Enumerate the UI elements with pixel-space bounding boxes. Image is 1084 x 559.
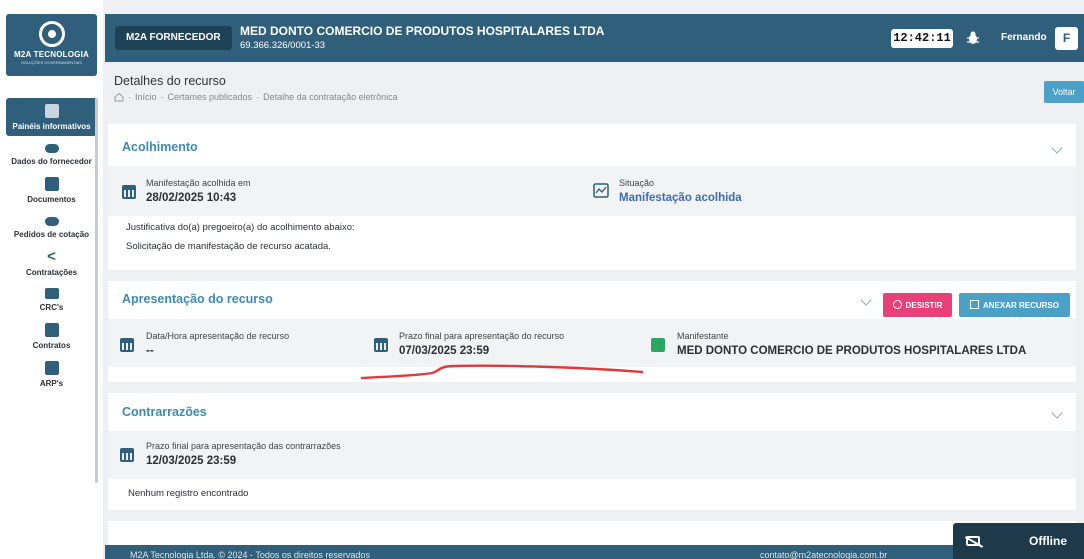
acolhida-date-value: 28/02/2025 10:43	[146, 192, 237, 204]
sidebar-item-dados-fornecedor[interactable]: Dados do fornecedor	[6, 136, 97, 171]
sidebar-item-label: Painéis informativos	[12, 122, 91, 131]
acolhimento-info-band: Manifestação acolhida em 28/02/2025 10:4…	[108, 166, 1076, 216]
breadcrumb-current: Detalhe da contratação eletrônica	[263, 92, 398, 102]
acolhida-date-label: Manifestação acolhida em	[146, 178, 251, 188]
folder-icon	[969, 300, 979, 309]
offline-widget[interactable]: Offline	[953, 523, 1084, 559]
sidebar-item-contratacoes[interactable]: < Contratações	[6, 244, 97, 282]
acolhimento-card: Acolhimento Manifestação acolhida em 28/…	[108, 124, 1076, 270]
manifestante-value: MED DONTO COMERCIO DE PRODUTOS HOSPITALA…	[677, 345, 1027, 357]
apresentacao-info-band: Data/Hora apresentação de recurso -- Pra…	[108, 319, 1076, 367]
breadcrumb-certames[interactable]: Certames publicados	[168, 92, 253, 102]
contrarrazoes-card: Contrarrazões Prazo final para apresenta…	[108, 393, 1076, 510]
sidebar-item-label: Dados do fornecedor	[11, 157, 92, 166]
apresentacao-datetime-value: --	[146, 345, 154, 357]
acolhimento-title: Acolhimento	[122, 140, 198, 154]
calendar-icon	[122, 185, 136, 199]
sidebar-item-label: ARP's	[39, 379, 64, 388]
session-clock: 12:42:11	[891, 29, 953, 48]
company-cnpj: 69.366.326/0001-33	[240, 40, 326, 51]
red-underline-annotation	[360, 364, 644, 380]
user-name[interactable]: Fernando	[1001, 32, 1047, 43]
breadcrumb: · Início · Certames publicados · Detalhe…	[114, 92, 398, 102]
footer-copyright: M2A Tecnologia Ltda. © 2024 - Todos os d…	[130, 550, 370, 559]
calendar-icon	[374, 338, 388, 352]
breadcrumb-inicio[interactable]: Início	[135, 92, 157, 102]
offline-icon	[966, 536, 980, 546]
page-title: Detalhes do recurso	[114, 74, 226, 88]
sidebar-item-paineis[interactable]: Painéis informativos	[6, 98, 97, 136]
document-icon	[44, 177, 59, 191]
anexar-label: ANEXAR RECURSO	[982, 301, 1059, 310]
mail-icon	[44, 288, 59, 299]
arp-icon	[44, 361, 59, 375]
logo-icon	[38, 21, 65, 47]
footer-contact[interactable]: contato@m2atecnologia.com.br	[760, 550, 887, 559]
sidebar-menu: Painéis informativos Dados do fornecedor…	[6, 98, 97, 393]
deadline-label: Prazo final para apresentação do recurso	[399, 331, 565, 341]
sidebar-item-label: Contratações	[25, 268, 78, 277]
sidebar-item-contratos[interactable]: Contratos	[6, 317, 97, 355]
sidebar-item-label: Pedidos de cotação	[13, 230, 90, 239]
contrarrazoes-deadline-value: 12/03/2025 23:59	[146, 455, 237, 467]
deadline-value: 07/03/2025 23:59	[399, 345, 490, 357]
toggle-icon	[44, 144, 59, 153]
desistir-button[interactable]: DESISTIR	[883, 293, 952, 317]
sidebar-item-pedidos-cotacao[interactable]: Pedidos de cotação	[6, 209, 97, 244]
chart-icon	[593, 183, 609, 198]
sidebar-item-crcs[interactable]: CRC's	[6, 282, 97, 317]
edit-icon	[44, 323, 59, 337]
sidebar-item-label: Documentos	[27, 195, 76, 204]
contrarrazoes-title: Contrarrazões	[122, 405, 207, 419]
empty-records-text: Nenhum registro encontrado	[128, 488, 249, 499]
cancel-icon	[892, 300, 902, 309]
sidebar-item-arps[interactable]: ARP's	[6, 355, 97, 393]
back-button[interactable]: Voltar	[1044, 81, 1084, 103]
calendar-icon	[120, 448, 134, 462]
manifestante-label: Manifestante	[677, 331, 729, 341]
sidebar-item-label: CRC's	[39, 303, 64, 312]
footer: M2A Tecnologia Ltda. © 2024 - Todos os d…	[105, 545, 1084, 559]
bug-icon[interactable]	[967, 31, 979, 45]
company-name: MED DONTO COMERCIO DE PRODUTOS HOSPITALA…	[240, 24, 605, 38]
dashboard-icon	[44, 104, 59, 118]
contrarrazoes-info-band: Prazo final para apresentação das contra…	[108, 431, 1076, 479]
desistir-label: DESISTIR	[905, 301, 943, 310]
situacao-label: Situação	[619, 178, 655, 188]
chevron-down-icon[interactable]	[1051, 407, 1063, 419]
situacao-value: Manifestação acolhida	[619, 192, 742, 204]
sidebar: M2A TECNOLOGIA SOLUÇÕES GOVERNAMENTAIS P…	[0, 0, 103, 559]
next-card-partial	[108, 521, 1076, 545]
apresentacao-datetime-label: Data/Hora apresentação de recurso	[146, 331, 290, 341]
sidebar-item-label: Contratos	[32, 341, 71, 350]
justification-text: Solicitação de manifestação de recurso a…	[126, 241, 331, 252]
anexar-recurso-button[interactable]: ANEXAR RECURSO	[959, 293, 1070, 317]
contrarrazoes-deadline-label: Prazo final para apresentação das contra…	[146, 441, 341, 451]
sidebar-item-documentos[interactable]: Documentos	[6, 171, 97, 209]
share-icon: <	[47, 248, 56, 265]
avatar[interactable]: F	[1055, 27, 1078, 50]
manifestante-icon	[651, 338, 665, 352]
apresentacao-title: Apresentação do recurso	[122, 292, 273, 306]
home-icon[interactable]	[114, 92, 124, 102]
app-logo[interactable]: M2A TECNOLOGIA SOLUÇÕES GOVERNAMENTAIS	[6, 14, 97, 76]
quote-icon	[44, 217, 59, 226]
justification-label: Justificativa do(a) pregoeiro(a) do acol…	[126, 222, 355, 233]
top-bar: M2A FORNECEDOR MED DONTO COMERCIO DE PRO…	[105, 14, 1084, 62]
logo-subtitle: SOLUÇÕES GOVERNAMENTAIS	[21, 60, 82, 65]
chevron-down-icon[interactable]	[1051, 142, 1063, 154]
offline-label: Offline	[1029, 534, 1067, 548]
logo-text: M2A TECNOLOGIA	[14, 50, 89, 59]
chevron-down-icon[interactable]	[860, 294, 872, 306]
portal-badge: M2A FORNECEDOR	[115, 26, 232, 50]
sidebar-scrollbar[interactable]	[95, 98, 98, 483]
calendar-icon	[120, 338, 134, 352]
